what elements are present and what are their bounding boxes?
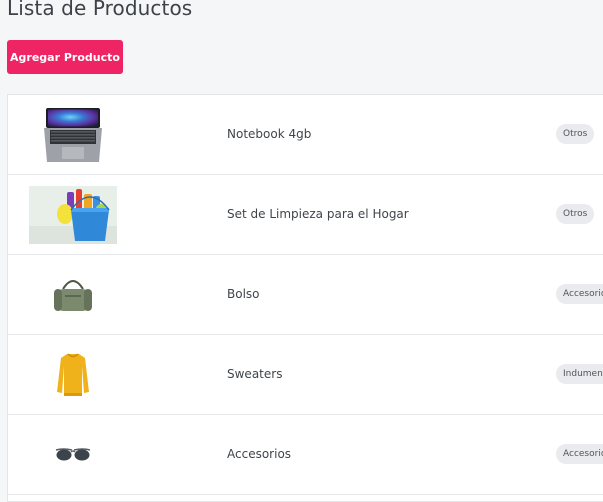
- category-badge[interactable]: Indumentaria: [556, 364, 603, 384]
- add-product-button[interactable]: Agregar Producto: [7, 40, 123, 74]
- product-name: Set de Limpieza para el Hogar: [227, 207, 409, 221]
- product-list: Notebook 4gb Otros Set de Limpieza para …: [7, 94, 603, 502]
- list-item[interactable]: Set de Limpieza para el Hogar Otros: [8, 175, 603, 255]
- page-title: Lista de Productos: [7, 0, 193, 20]
- list-item[interactable]: Accesorios Accesorios: [8, 415, 603, 495]
- list-item[interactable]: Bolso Accesorios: [8, 255, 603, 335]
- product-name: Bolso: [227, 287, 260, 301]
- list-item-partial: [8, 495, 603, 501]
- category-badge[interactable]: Otros: [556, 124, 595, 144]
- laptop-image: [28, 105, 118, 165]
- product-name: Accesorios: [227, 447, 292, 461]
- category-badge[interactable]: Accesorios: [556, 444, 603, 464]
- yellow-sweater-image: [28, 345, 118, 405]
- duffel-bag-image: [28, 265, 118, 325]
- list-item[interactable]: Sweaters Indumentaria: [8, 335, 603, 415]
- category-badge[interactable]: Otros: [556, 204, 595, 224]
- cleaning-set-image: [29, 185, 117, 245]
- category-badge[interactable]: Accesorios: [556, 284, 603, 304]
- product-name: Notebook 4gb: [227, 127, 312, 141]
- product-name: Sweaters: [227, 367, 283, 381]
- list-item[interactable]: Notebook 4gb Otros: [8, 95, 603, 175]
- sunglasses-image: [28, 425, 118, 485]
